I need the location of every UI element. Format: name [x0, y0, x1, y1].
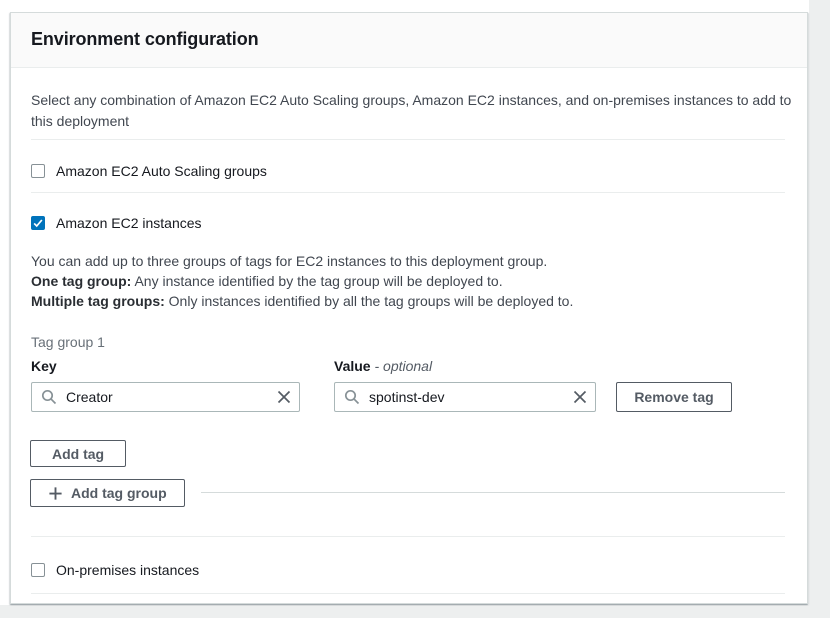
checkbox-on-premises-label[interactable]: On-premises instances — [56, 562, 199, 578]
tag-rules-text: You can add up to three groups of tags f… — [31, 251, 801, 311]
key-clear-button[interactable] — [275, 388, 293, 406]
add-tag-group-label: Add tag group — [71, 485, 167, 501]
remove-tag-label: Remove tag — [634, 389, 713, 405]
checkbox-auto-scaling-groups[interactable] — [31, 164, 45, 178]
tag-group-title: Tag group 1 — [31, 334, 105, 350]
checkbox-on-premises[interactable] — [31, 563, 45, 577]
check-icon — [32, 217, 44, 229]
checkbox-row-on-premises[interactable]: On-premises instances — [31, 561, 199, 579]
close-icon — [276, 389, 292, 405]
tag-rule-one-text: Any instance identified by the tag group… — [134, 273, 502, 289]
checkbox-ec2-instances[interactable] — [31, 216, 45, 230]
value-label-text: Value — [334, 358, 371, 374]
divider — [31, 593, 785, 594]
add-tag-label: Add tag — [52, 446, 104, 462]
plus-icon — [48, 486, 63, 501]
checkbox-row-auto-scaling-groups[interactable]: Amazon EC2 Auto Scaling groups — [31, 162, 267, 180]
checkbox-row-ec2-instances[interactable]: Amazon EC2 instances — [31, 214, 202, 232]
tag-rules-intro: You can add up to three groups of tags f… — [31, 251, 801, 271]
checkbox-ec2-instances-label[interactable]: Amazon EC2 instances — [56, 215, 202, 231]
value-input[interactable] — [334, 382, 596, 412]
value-optional-suffix: - optional — [374, 358, 432, 374]
tag-rule-multi-text: Only instances identified by all the tag… — [169, 293, 574, 309]
close-icon — [572, 389, 588, 405]
remove-tag-button[interactable]: Remove tag — [616, 382, 732, 412]
divider — [31, 192, 785, 193]
tag-rule-multi: Multiple tag groups: Only instances iden… — [31, 291, 801, 311]
tag-rule-one-label: One tag group: — [31, 273, 131, 289]
value-input-wrap — [334, 382, 596, 412]
divider — [31, 536, 785, 537]
horizontal-rule — [201, 492, 785, 493]
key-field-label: Key — [31, 358, 57, 374]
environment-configuration-panel: Environment configuration Select any com… — [10, 12, 808, 604]
divider — [31, 139, 785, 140]
tag-rule-multi-label: Multiple tag groups: — [31, 293, 165, 309]
checkbox-auto-scaling-groups-label[interactable]: Amazon EC2 Auto Scaling groups — [56, 163, 267, 179]
panel-description: Select any combination of Amazon EC2 Aut… — [31, 90, 801, 132]
tag-rule-one: One tag group: Any instance identified b… — [31, 271, 801, 291]
panel-header: Environment configuration — [11, 13, 807, 68]
key-input[interactable] — [31, 382, 300, 412]
add-tag-group-button[interactable]: Add tag group — [30, 479, 185, 507]
value-clear-button[interactable] — [571, 388, 589, 406]
key-input-wrap — [31, 382, 300, 412]
panel-title: Environment configuration — [31, 29, 787, 50]
value-field-label: Value - optional — [334, 358, 432, 374]
add-tag-button[interactable]: Add tag — [30, 440, 126, 467]
